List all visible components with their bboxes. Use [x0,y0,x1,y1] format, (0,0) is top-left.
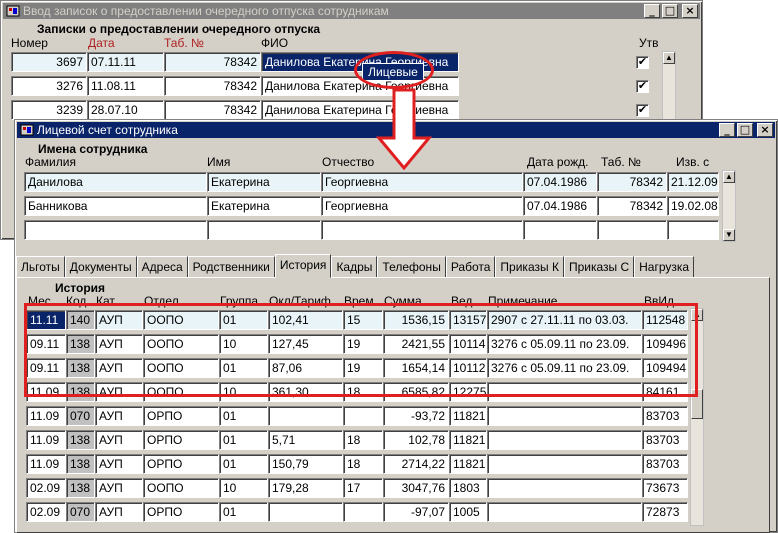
tab-num-cell[interactable]: 78342 [597,172,667,192]
header-patronymic: Отчество [322,155,375,169]
sum-cell[interactable]: 102,78 [383,430,449,450]
note-cell[interactable] [487,406,642,426]
department-cell[interactable]: ОРПО [143,406,219,426]
category-cell[interactable]: АУП [95,478,143,498]
group-cell[interactable]: 01 [219,502,268,522]
izv-cell[interactable]: 21.12.09 [667,172,719,192]
category-cell[interactable]: АУП [95,454,143,474]
annotation-rectangle [24,303,698,397]
code-cell[interactable]: 070 [66,406,95,426]
statement-cell[interactable]: 1803 [449,478,487,498]
patronymic-cell[interactable]: Георгиевна [321,196,523,216]
birthdate-cell[interactable]: 07.04.1986 [523,172,597,192]
header-name: Имя [207,155,231,169]
statement-cell[interactable]: 11821 [449,406,487,426]
month-cell[interactable]: 02.09 [26,502,66,522]
names-scrollbar[interactable]: ▲ ▼ [722,170,736,242]
group-cell[interactable]: 10 [219,478,268,498]
category-cell[interactable]: АУП [95,430,143,450]
name-cell[interactable] [207,220,321,240]
scroll-up-icon[interactable]: ▲ [723,171,735,183]
note-cell[interactable] [487,478,642,498]
tab-staff[interactable]: Кадры [331,256,378,278]
tab-num-cell[interactable]: 78342 [597,196,667,216]
category-cell[interactable]: АУП [95,502,143,522]
tab-documents[interactable]: Документы [64,256,137,278]
sum-cell[interactable]: 2714,22 [383,454,449,474]
code-cell[interactable]: 138 [66,454,95,474]
surname-cell[interactable]: Данилова [24,172,207,192]
header-birthdate: Дата рожд. [527,155,589,169]
group-cell[interactable]: 01 [219,406,268,426]
department-cell[interactable]: ОРПО [143,430,219,450]
time-cell[interactable]: 17 [343,478,383,498]
tab-num-cell[interactable] [597,220,667,240]
month-cell[interactable]: 11.09 [26,406,66,426]
category-cell[interactable]: АУП [95,406,143,426]
surname-cell[interactable] [24,220,207,240]
group-cell[interactable]: 01 [219,454,268,474]
name-cell[interactable]: Екатерина [207,172,321,192]
code-cell[interactable]: 138 [66,478,95,498]
time-cell[interactable]: 18 [343,430,383,450]
annotation-oval [354,51,434,89]
month-cell[interactable]: 11.09 [26,430,66,450]
down-arrow-icon [376,88,432,170]
code-cell[interactable]: 070 [66,502,95,522]
patronymic-cell[interactable]: Георгиевна [321,172,523,192]
vvid-cell[interactable]: 72873 [642,502,688,522]
tab-work[interactable]: Работа [445,256,496,278]
time-cell[interactable]: 18 [343,454,383,474]
patronymic-cell[interactable] [321,220,523,240]
header-izv: Изв. с [676,155,710,169]
history-title: История [55,281,106,295]
sum-cell[interactable]: -93,72 [383,406,449,426]
izv-cell[interactable]: 19.02.08 [667,196,719,216]
sum-cell[interactable]: -97,07 [383,502,449,522]
tab-bar: Льготы Документы Адреса Родственники Ист… [16,254,695,278]
department-cell[interactable]: ОРПО [143,454,219,474]
sum-cell[interactable]: 3047,76 [383,478,449,498]
salary-cell[interactable]: 179,28 [268,478,343,498]
salary-cell[interactable] [268,502,343,522]
tab-relatives[interactable]: Родственники [187,256,275,278]
department-cell[interactable]: ООПО [143,478,219,498]
tab-orders-k[interactable]: Приказы К [495,256,564,278]
department-cell[interactable]: ОРПО [143,502,219,522]
name-cell[interactable]: Екатерина [207,196,321,216]
month-cell[interactable]: 02.09 [26,478,66,498]
time-cell[interactable] [343,406,383,426]
note-cell[interactable] [487,430,642,450]
time-cell[interactable] [343,502,383,522]
vvid-cell[interactable]: 83703 [642,430,688,450]
header-surname: Фамилия [25,155,76,169]
tab-orders-c[interactable]: Приказы С [563,256,635,278]
tab-phones[interactable]: Телефоны [377,256,446,278]
scroll-down-icon[interactable]: ▼ [723,229,735,241]
izv-cell[interactable] [667,220,719,240]
vvid-cell[interactable]: 83703 [642,406,688,426]
note-cell[interactable] [487,454,642,474]
tab-history[interactable]: История [274,254,332,278]
names-section-title: Имена сотрудника [38,142,148,156]
note-cell[interactable] [487,502,642,522]
tab-benefits[interactable]: Льготы [16,256,65,278]
month-cell[interactable]: 11.09 [26,454,66,474]
statement-cell[interactable]: 1005 [449,502,487,522]
statement-cell[interactable]: 11821 [449,454,487,474]
header-tab-num: Таб. № [601,155,641,169]
salary-cell[interactable]: 5,71 [268,430,343,450]
salary-cell[interactable]: 150,79 [268,454,343,474]
tab-addresses[interactable]: Адреса [136,256,188,278]
birthdate-cell[interactable] [523,220,597,240]
statement-cell[interactable]: 11821 [449,430,487,450]
code-cell[interactable]: 138 [66,430,95,450]
birthdate-cell[interactable]: 07.04.1986 [523,196,597,216]
group-cell[interactable]: 01 [219,430,268,450]
salary-cell[interactable] [268,406,343,426]
surname-cell[interactable]: Банникова [24,196,207,216]
vvid-cell[interactable]: 73673 [642,478,688,498]
vvid-cell[interactable]: 83703 [642,454,688,474]
tab-load[interactable]: Нагрузка [634,256,695,278]
